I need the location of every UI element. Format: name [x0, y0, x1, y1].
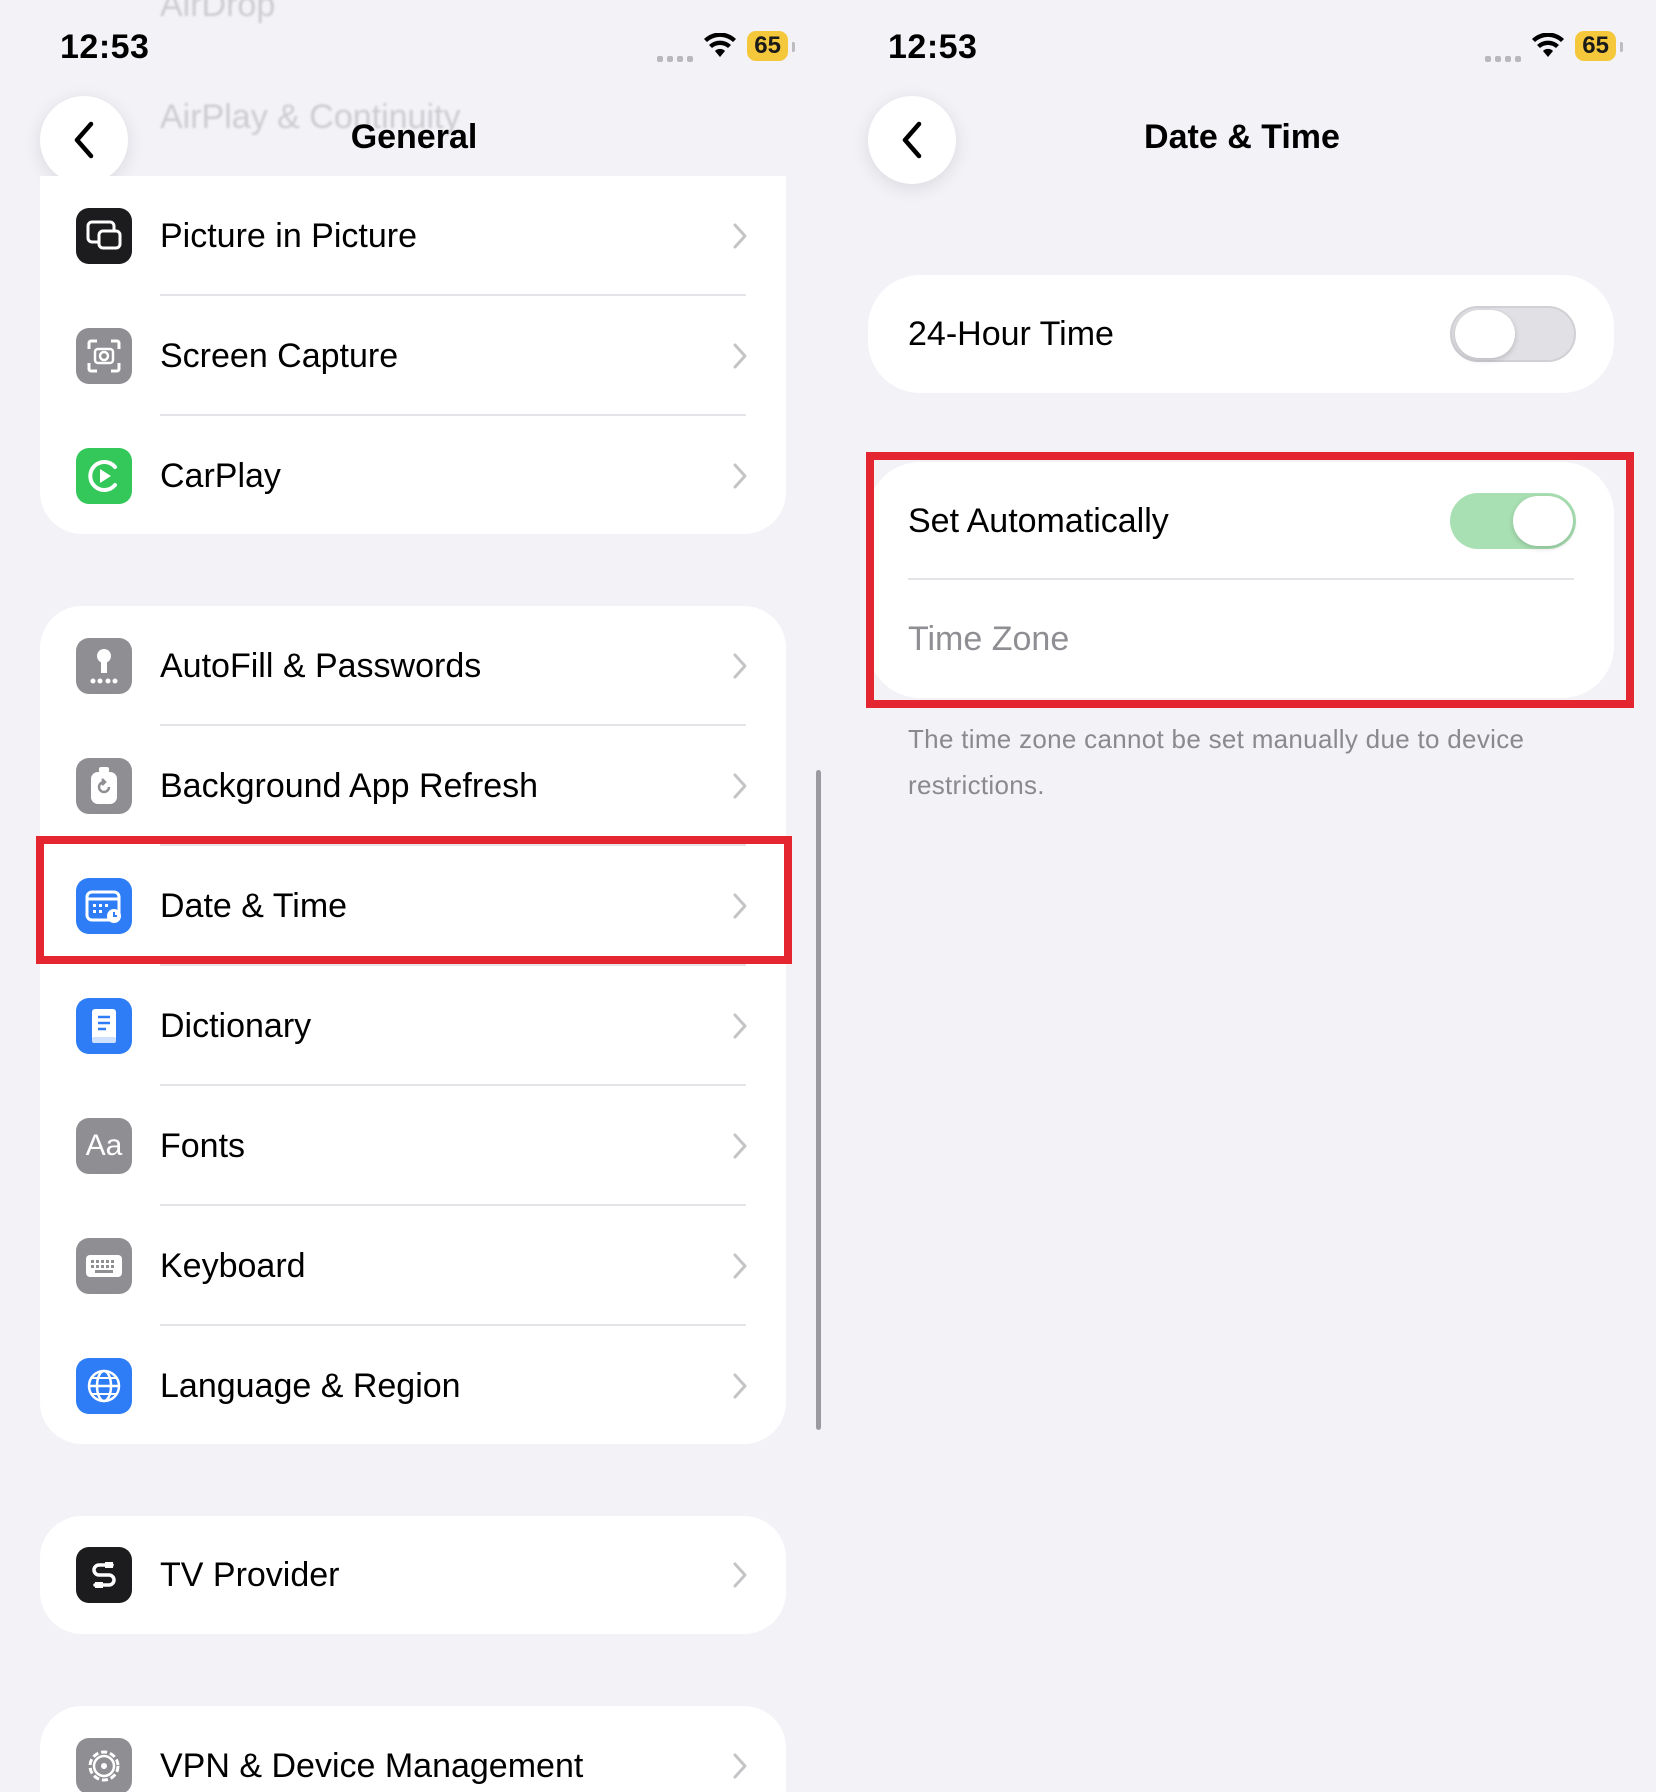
chevron-right-icon [733, 1753, 747, 1779]
wifi-icon [703, 33, 737, 59]
row-label: Screen Capture [160, 336, 399, 375]
row-label: AutoFill & Passwords [160, 646, 482, 685]
battery-indicator: 65 [1575, 31, 1623, 61]
settings-group-vpn: VPN & Device Management [40, 1706, 786, 1792]
carplay-icon [76, 448, 132, 504]
chevron-right-icon [733, 1133, 747, 1159]
chevron-right-icon [733, 1562, 747, 1588]
chevron-right-icon [733, 1013, 747, 1039]
row-label: Dictionary [160, 1006, 312, 1045]
chevron-right-icon [733, 223, 747, 249]
ghost-row-label: AirDrop [160, 0, 276, 24]
picture-in-picture-icon [76, 208, 132, 264]
signal-icon [657, 30, 694, 62]
status-bar-icons: 65 [657, 30, 795, 62]
row-label: 24-Hour Time [908, 314, 1114, 353]
highlight-box-date-time [36, 836, 792, 964]
row-picture-in-picture[interactable]: Picture in Picture [40, 176, 786, 296]
globe-icon [76, 1358, 132, 1414]
general-settings-screen: AirDrop AirPlay & Continuity 12:53 65 Ge… [0, 0, 828, 1792]
background-refresh-icon [76, 758, 132, 814]
row-label: Language & Region [160, 1366, 461, 1405]
row-label: CarPlay [160, 456, 281, 495]
row-keyboard[interactable]: Keyboard [40, 1206, 786, 1326]
fonts-glyph: Aa [85, 1129, 123, 1162]
signal-icon [1485, 30, 1522, 62]
gear-icon [76, 1738, 132, 1792]
hour24-group: 24-Hour Time [868, 275, 1614, 393]
chevron-right-icon [733, 1373, 747, 1399]
highlight-box-set-automatically [866, 452, 1634, 708]
row-language-region[interactable]: Language & Region [40, 1326, 786, 1444]
settings-group-display: Picture in Picture Screen Capture CarPla… [40, 176, 786, 534]
scrollbar[interactable] [816, 770, 821, 1430]
row-dictionary[interactable]: Dictionary [40, 966, 786, 1086]
row-fonts[interactable]: Aa Fonts [40, 1086, 786, 1206]
toggle-24-hour-time[interactable] [1450, 306, 1576, 362]
row-tv-provider[interactable]: TV Provider [40, 1516, 786, 1634]
row-label: TV Provider [160, 1555, 340, 1594]
keyboard-icon [76, 1238, 132, 1294]
row-24-hour-time: 24-Hour Time [868, 275, 1614, 393]
row-label: VPN & Device Management [160, 1746, 584, 1785]
chevron-right-icon [733, 773, 747, 799]
row-background-app-refresh[interactable]: Background App Refresh [40, 726, 786, 846]
status-bar-icons: 65 [1485, 30, 1623, 62]
tv-provider-icon [76, 1547, 132, 1603]
row-label: Background App Refresh [160, 766, 539, 805]
wifi-icon [1531, 33, 1565, 59]
date-time-screen: 12:53 65 Date & Time 24-Hour Time Set Au… [828, 0, 1656, 1792]
chevron-right-icon [733, 1253, 747, 1279]
row-label: Fonts [160, 1126, 246, 1165]
row-screen-capture[interactable]: Screen Capture [40, 296, 786, 416]
settings-group-system: AutoFill & Passwords Background App Refr… [40, 606, 786, 1444]
row-carplay[interactable]: CarPlay [40, 416, 786, 534]
chevron-right-icon [733, 463, 747, 489]
timezone-footnote: The time zone cannot be set manually due… [908, 724, 1525, 800]
dictionary-icon [76, 998, 132, 1054]
settings-group-tv: TV Provider [40, 1516, 786, 1634]
row-vpn-device-management[interactable]: VPN & Device Management [40, 1706, 786, 1792]
screen-capture-icon [76, 328, 132, 384]
row-autofill-passwords[interactable]: AutoFill & Passwords [40, 606, 786, 726]
row-label: Picture in Picture [160, 216, 417, 255]
status-time: 12:53 [60, 28, 150, 66]
page-title: Date & Time [1144, 118, 1340, 156]
status-time: 12:53 [888, 28, 978, 66]
fonts-icon: Aa [76, 1118, 132, 1174]
row-label: Keyboard [160, 1246, 306, 1285]
autofill-key-icon [76, 638, 132, 694]
toggle-knob [1455, 310, 1515, 358]
chevron-right-icon [733, 653, 747, 679]
chevron-right-icon [733, 343, 747, 369]
page-title: General [350, 118, 478, 156]
battery-indicator: 65 [747, 31, 795, 61]
